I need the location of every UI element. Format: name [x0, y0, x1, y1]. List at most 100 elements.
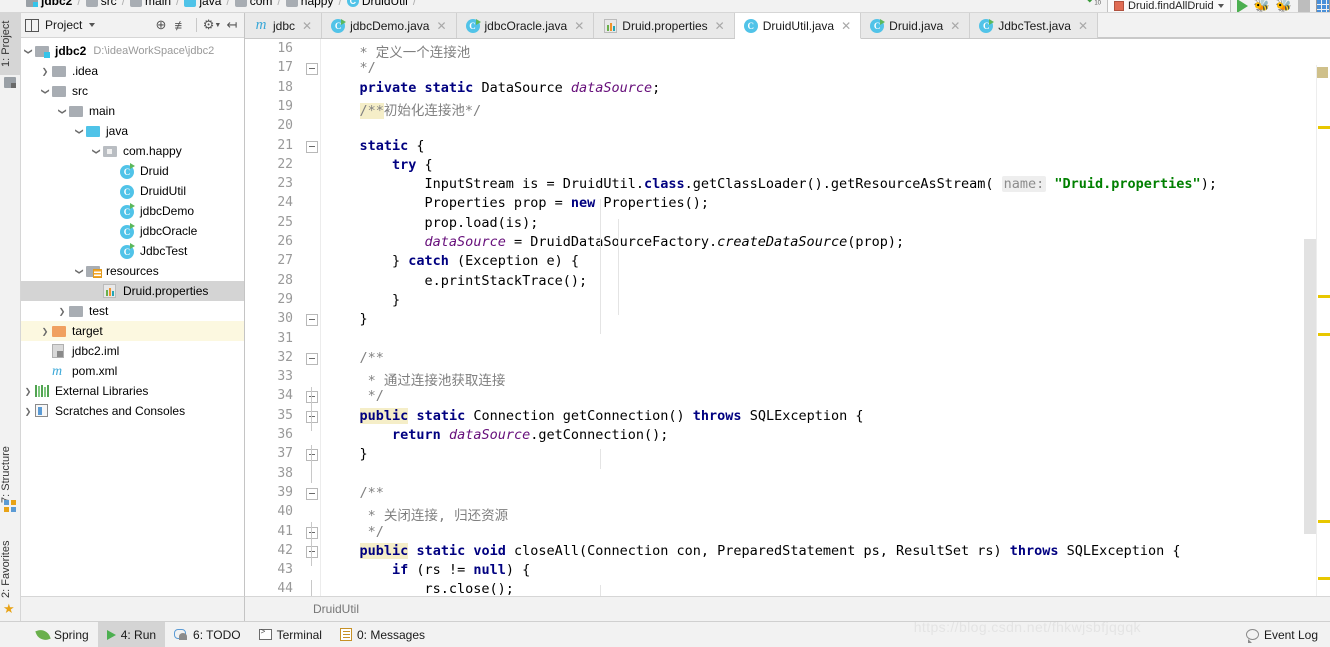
fold-marker[interactable] — [306, 140, 318, 153]
close-icon[interactable]: ✕ — [302, 19, 312, 33]
fold-marker[interactable] — [306, 314, 318, 327]
debug-icon[interactable]: 🐝 — [1254, 0, 1270, 12]
code-line[interactable]: * 通过连接池获取连接 — [327, 369, 506, 389]
chevron-down-icon[interactable] — [89, 146, 103, 156]
chevron-right-icon[interactable] — [21, 406, 35, 416]
code-line[interactable]: e.printStackTrace(); — [327, 273, 588, 289]
tree-item--idea[interactable]: .idea — [21, 61, 244, 81]
tab-jdbcoracle-java[interactable]: CjdbcOracle.java ✕ — [456, 13, 595, 38]
code-lines[interactable]: 16 * 定义一个连接池 17 */ 18 private static DataS… — [245, 39, 1330, 624]
close-icon[interactable]: ✕ — [1078, 19, 1088, 33]
tree-item-druid[interactable]: C Druid — [21, 161, 244, 181]
event-log-button[interactable]: Event Log — [1245, 628, 1330, 643]
inspection-status-icon[interactable] — [1317, 67, 1328, 78]
fold-marker[interactable] — [306, 391, 318, 404]
fold-marker[interactable] — [306, 63, 318, 76]
code-line[interactable]: prop.load(is); — [327, 215, 539, 231]
breadcrumb-item[interactable]: happy — [285, 0, 333, 8]
fold-marker[interactable] — [306, 352, 318, 365]
layout-icon[interactable] — [1316, 0, 1330, 12]
code-line[interactable]: * 定义一个连接池 — [327, 41, 471, 61]
close-icon[interactable]: ✕ — [950, 19, 960, 33]
close-icon[interactable]: ✕ — [841, 19, 851, 33]
code-line[interactable]: Properties prop = new Properties(); — [327, 195, 710, 211]
editor-tab-bar[interactable]: m jdbc ✕ CjdbcDemo.java ✕ CjdbcOracle.java ✕ Dr… — [245, 13, 1330, 39]
code-line[interactable]: static { — [327, 138, 425, 154]
tree-item-jdbcdemo[interactable]: CjdbcDemo — [21, 201, 244, 221]
tab-jdbcdemo-java[interactable]: CjdbcDemo.java ✕ — [322, 13, 457, 38]
breadcrumb-item[interactable]: main — [130, 0, 171, 8]
tree-item-com-happy[interactable]: com.happy — [21, 141, 244, 161]
sidebar-item-project[interactable]: 1: Project — [0, 13, 21, 75]
tree-item-jdbcoracle[interactable]: CjdbcOracle — [21, 221, 244, 241]
chevron-down-icon[interactable] — [38, 86, 52, 96]
close-icon[interactable]: ✕ — [574, 19, 584, 33]
tree-item-target[interactable]: target — [21, 321, 244, 341]
warning-marker[interactable] — [1318, 295, 1330, 298]
code-line[interactable]: */ — [327, 524, 384, 540]
code-line[interactable]: /** — [327, 485, 384, 501]
close-icon[interactable]: ✕ — [436, 19, 446, 33]
tree-item-jdbc2[interactable]: jdbc2 D:\ideaWorkSpace\jdbc2 — [21, 41, 244, 61]
code-line[interactable]: if (rs != null) { — [327, 562, 530, 578]
breadcrumb-item[interactable]: com — [234, 0, 272, 8]
code-editor[interactable]: 16 * 定义一个连接池 17 */ 18 private static DataS… — [245, 39, 1330, 624]
status-button-messages[interactable]: 0: Messages — [331, 622, 434, 647]
tab-druid-java[interactable]: C Druid.java ✕ — [861, 13, 971, 38]
chevron-right-icon[interactable] — [21, 386, 35, 396]
error-marker-bar[interactable] — [1316, 65, 1330, 596]
status-button-spring[interactable]: Spring — [28, 622, 98, 647]
tree-item-external-libraries[interactable]: External Libraries — [21, 381, 244, 401]
code-line[interactable]: } catch (Exception e) { — [327, 253, 579, 269]
tab-druidutil-java[interactable]: C DruidUtil.java ✕ — [734, 13, 862, 39]
code-line[interactable]: public static void closeAll(Connection c… — [327, 542, 1180, 559]
code-line[interactable]: */ — [327, 60, 376, 76]
chevron-right-icon[interactable] — [38, 66, 52, 76]
tree-item-jdbc2-iml[interactable]: jdbc2.iml — [21, 341, 244, 361]
version-control-icon[interactable]: ◆1001 — [1085, 0, 1101, 12]
project-tree[interactable]: jdbc2 D:\ideaWorkSpace\jdbc2 .idea srcmain j… — [21, 38, 244, 594]
code-line[interactable]: private static DataSource dataSource; — [327, 80, 661, 96]
code-line[interactable]: } — [327, 446, 368, 462]
chevron-right-icon[interactable] — [38, 326, 52, 336]
close-icon[interactable]: ✕ — [715, 19, 725, 33]
stop-icon[interactable] — [1298, 0, 1310, 12]
fold-marker[interactable] — [306, 487, 318, 500]
status-button-todo[interactable]: 6: TODO — [165, 622, 250, 647]
breadcrumb-item[interactable]: src — [85, 0, 117, 8]
fold-marker[interactable] — [306, 545, 318, 558]
chevron-down-icon[interactable] — [21, 46, 35, 56]
chevron-down-icon[interactable] — [72, 266, 86, 276]
code-line[interactable]: rs.close(); — [327, 581, 514, 597]
code-line[interactable]: try { — [327, 157, 433, 173]
status-button-run[interactable]: 4: Run — [97, 621, 166, 647]
tree-item-src[interactable]: src — [21, 81, 244, 101]
tree-item-test[interactable]: test — [21, 301, 244, 321]
tree-item-druidutil[interactable]: C DruidUtil — [21, 181, 244, 201]
chevron-down-icon[interactable] — [55, 106, 69, 116]
chevron-down-icon[interactable] — [72, 126, 86, 136]
fold-marker[interactable] — [306, 449, 318, 462]
code-line[interactable]: /** — [327, 350, 384, 366]
code-line[interactable]: dataSource = DruidDataSourceFactory.crea… — [327, 234, 905, 250]
warning-marker[interactable] — [1318, 333, 1330, 336]
fold-marker[interactable] — [306, 526, 318, 539]
code-line[interactable]: return dataSource.getConnection(); — [327, 427, 668, 443]
editor-vertical-scrollbar[interactable] — [1304, 239, 1316, 534]
tree-item-druid-properties[interactable]: Druid.properties — [21, 281, 244, 301]
code-line[interactable]: * 关闭连接, 归还资源 — [327, 504, 509, 524]
breadcrumb-item[interactable]: jdbc2 — [26, 0, 72, 8]
code-line[interactable]: /**初始化连接池*/ — [327, 99, 481, 119]
collapse-all-icon[interactable]: ≢ — [173, 17, 189, 33]
locate-icon[interactable]: ⊕ — [153, 17, 169, 33]
warning-marker[interactable] — [1318, 577, 1330, 580]
tree-item-scratches-and-consoles[interactable]: Scratches and Consoles — [21, 401, 244, 421]
warning-marker[interactable] — [1318, 520, 1330, 523]
tab-jdbctest-java[interactable]: C JdbcTest.java ✕ — [970, 13, 1099, 38]
code-line[interactable]: */ — [327, 388, 384, 404]
gear-icon[interactable]: ⚙ ▼ — [203, 17, 222, 33]
chevron-right-icon[interactable] — [55, 306, 69, 316]
code-line[interactable]: InputStream is = DruidUtil.class.getClas… — [327, 176, 1217, 193]
tree-item-jdbctest[interactable]: C JdbcTest — [21, 241, 244, 261]
run-configuration-selector[interactable]: Druid.findAllDruid — [1107, 0, 1231, 12]
